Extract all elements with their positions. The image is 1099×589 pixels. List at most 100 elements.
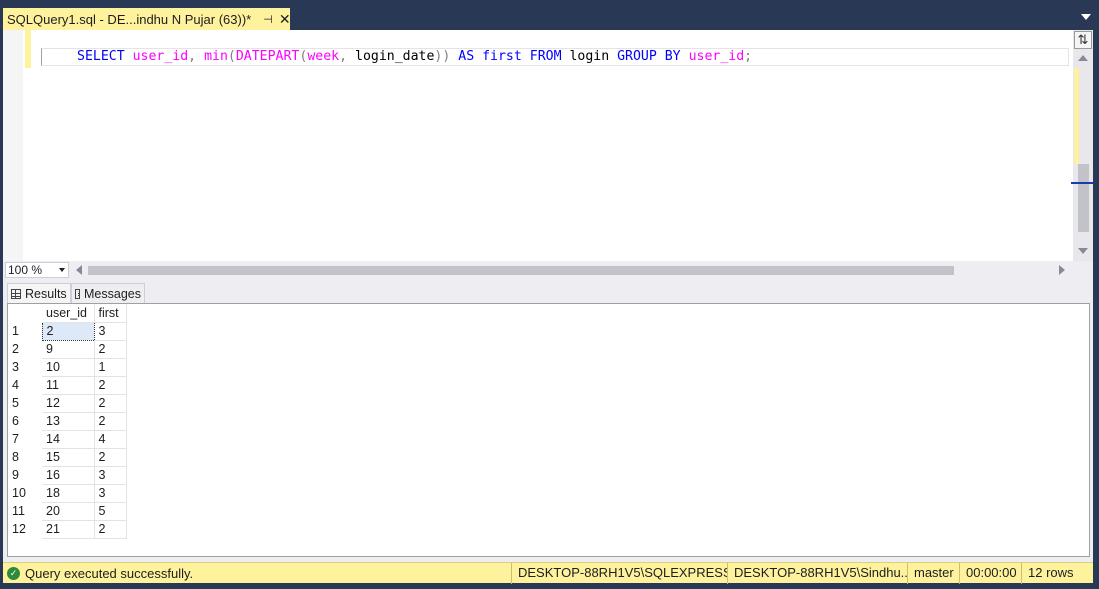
row-number[interactable]: 1 bbox=[8, 322, 42, 340]
row-number[interactable]: 7 bbox=[8, 430, 42, 448]
tab-messages[interactable]: Messages bbox=[71, 283, 145, 303]
status-elapsed-time: 00:00:00 bbox=[959, 563, 1021, 584]
table-cell[interactable]: 5 bbox=[94, 502, 127, 521]
code-token: , bbox=[188, 49, 197, 64]
document-tab-sqlquery1[interactable]: SQLQuery1.sql - DE...indhu N Pujar (63))… bbox=[3, 8, 291, 30]
table-row[interactable]: 5 12 2 bbox=[8, 394, 127, 413]
table-cell[interactable]: 4 bbox=[94, 430, 127, 449]
table-cell[interactable]: 2 bbox=[94, 448, 127, 467]
table-row[interactable]: 12 21 2 bbox=[8, 520, 127, 539]
code-token: ; bbox=[744, 49, 753, 64]
grid-icon bbox=[11, 288, 21, 299]
scroll-right-icon[interactable] bbox=[1059, 265, 1065, 275]
change-marker bbox=[1074, 68, 1079, 164]
scroll-up-icon[interactable] bbox=[1078, 55, 1088, 61]
vertical-scroll-thumb[interactable] bbox=[1078, 164, 1089, 232]
tab-results[interactable]: Results bbox=[7, 283, 71, 303]
table-row[interactable]: 292 bbox=[8, 340, 127, 359]
code-token: , bbox=[339, 49, 348, 64]
table-row[interactable]: 6 13 2 bbox=[8, 412, 127, 431]
editor-bottom-bar: 100 % bbox=[3, 261, 1093, 279]
status-user: DESKTOP-88RH1V5\Sindhu... bbox=[727, 563, 907, 584]
code-token: min bbox=[204, 49, 228, 64]
table-row[interactable]: 3 10 1 bbox=[8, 358, 127, 377]
row-number[interactable]: 10 bbox=[8, 484, 42, 502]
document-tab-strip: SQLQuery1.sql - DE...indhu N Pujar (63))… bbox=[0, 0, 1099, 30]
table-cell[interactable]: 2 bbox=[94, 376, 127, 395]
message-icon bbox=[75, 288, 81, 299]
status-database: master bbox=[907, 563, 959, 584]
status-message-text: Query executed successfully. bbox=[25, 566, 194, 581]
editor-vertical-scrollbar[interactable]: ⇅ bbox=[1071, 30, 1093, 261]
row-number[interactable]: 8 bbox=[8, 448, 42, 466]
table-cell[interactable]: 2 bbox=[94, 340, 127, 359]
close-icon[interactable]: ✕ bbox=[279, 11, 291, 28]
table-cell[interactable]: 15 bbox=[42, 448, 95, 467]
tab-messages-label: Messages bbox=[84, 286, 141, 301]
table-cell[interactable]: 3 bbox=[94, 484, 127, 503]
table-row[interactable]: 123 bbox=[8, 321, 127, 341]
table-cell[interactable]: 10 bbox=[42, 358, 95, 377]
code-token: )) bbox=[434, 49, 451, 64]
table-row[interactable]: 7 14 4 bbox=[8, 430, 127, 449]
table-cell[interactable]: 2 bbox=[94, 412, 127, 431]
table-cell[interactable]: 14 bbox=[42, 430, 95, 449]
code-token: user_id bbox=[132, 49, 189, 64]
table-cell[interactable]: 16 bbox=[42, 466, 95, 485]
row-number[interactable]: 2 bbox=[8, 340, 42, 358]
table-cell[interactable]: 20 bbox=[42, 502, 95, 521]
table-row[interactable]: 4 11 2 bbox=[8, 376, 127, 395]
table-cell[interactable]: 13 bbox=[42, 412, 95, 431]
results-grid[interactable]: user_id first 1 2 3 2 9 2 3 10 1 4 11 2 5 12 2 6 13 2 7 14 4… bbox=[7, 303, 1090, 557]
code-line-1[interactable]: SELECT user_id, min(DATEPART(week, login… bbox=[77, 49, 752, 65]
table-cell[interactable]: 2 bbox=[94, 520, 127, 539]
code-token: DATEPART bbox=[235, 49, 300, 64]
check-circle-icon: ✓ bbox=[7, 567, 20, 580]
table-cell[interactable]: 3 bbox=[94, 322, 127, 341]
query-editor[interactable]: SELECT user_id, min(DATEPART(week, login… bbox=[3, 30, 1093, 261]
split-view-icon[interactable]: ⇅ bbox=[1074, 31, 1092, 49]
code-token: first bbox=[482, 49, 522, 64]
row-number[interactable]: 4 bbox=[8, 376, 42, 394]
table-header-row: user_id first bbox=[8, 304, 127, 323]
row-number[interactable]: 5 bbox=[8, 394, 42, 412]
row-number[interactable]: 9 bbox=[8, 466, 42, 484]
table-cell[interactable]: 2 bbox=[94, 394, 127, 413]
row-number[interactable]: 6 bbox=[8, 412, 42, 430]
code-token: login_date bbox=[347, 49, 435, 64]
code-token: GROUP BY bbox=[617, 49, 681, 64]
table-cell[interactable]: 1 bbox=[94, 358, 127, 377]
table-cell[interactable]: 3 bbox=[94, 466, 127, 485]
code-token: SELECT bbox=[77, 49, 125, 64]
table-row[interactable]: 9 16 3 bbox=[8, 466, 127, 485]
table-cell[interactable]: 12 bbox=[42, 394, 95, 413]
code-token: login bbox=[561, 49, 618, 64]
editor-margin bbox=[3, 30, 23, 261]
table-cell[interactable]: 18 bbox=[42, 484, 95, 503]
code-token: FROM bbox=[529, 49, 562, 64]
row-number[interactable]: 12 bbox=[8, 520, 42, 538]
scroll-down-icon[interactable] bbox=[1078, 248, 1088, 254]
row-number[interactable]: 3 bbox=[8, 358, 42, 376]
column-header-user-id[interactable]: user_id bbox=[42, 304, 95, 323]
result-tabs: Results Messages bbox=[3, 283, 1093, 303]
row-number[interactable]: 11 bbox=[8, 502, 42, 520]
scroll-left-icon[interactable] bbox=[76, 265, 82, 275]
table-row[interactable]: 10 18 3 bbox=[8, 484, 127, 503]
zoom-select[interactable]: 100 % bbox=[5, 262, 69, 278]
table-cell[interactable]: 9 bbox=[42, 340, 95, 359]
table-cell[interactable]: 11 bbox=[42, 376, 95, 395]
row-number-header[interactable] bbox=[8, 304, 42, 322]
table-cell[interactable]: 2 bbox=[41, 321, 95, 341]
change-indicator bbox=[25, 30, 31, 68]
pin-icon[interactable]: ⊣ bbox=[263, 13, 273, 26]
table-row[interactable]: 8 15 2 bbox=[8, 448, 127, 467]
table-cell[interactable]: 21 bbox=[42, 520, 95, 539]
tab-dropdown-icon[interactable] bbox=[1081, 14, 1091, 20]
horizontal-scroll-thumb[interactable] bbox=[88, 266, 954, 275]
table-row[interactable]: 11 20 5 bbox=[8, 502, 127, 521]
column-header-first[interactable]: first bbox=[94, 304, 127, 323]
